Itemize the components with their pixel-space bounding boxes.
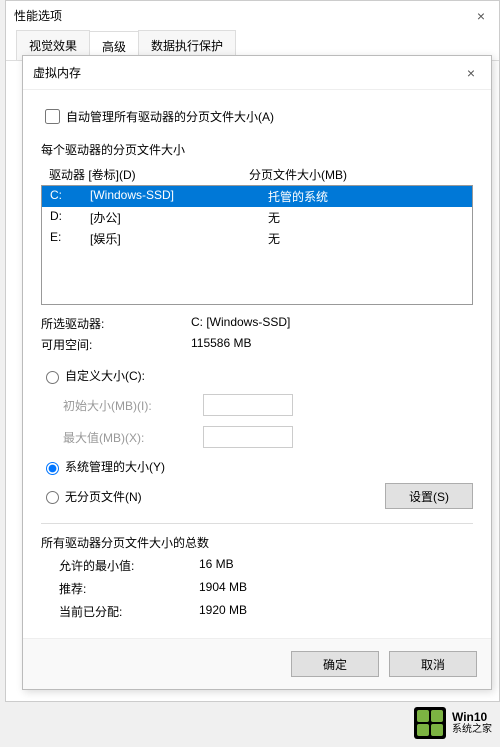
watermark-subtitle: 系统之家 [452, 724, 492, 735]
drive-letter: E: [50, 230, 90, 247]
recommended-label: 推荐: [59, 580, 199, 597]
watermark-title: Win10 [452, 711, 492, 724]
virtual-memory-dialog: 虚拟内存 × 自动管理所有驱动器的分页文件大小(A) 每个驱动器的分页文件大小 … [22, 55, 492, 690]
auto-manage-row: 自动管理所有驱动器的分页文件大小(A) [41, 106, 473, 127]
min-allowed-row: 允许的最小值: 16 MB [59, 557, 473, 574]
cancel-button[interactable]: 取消 [389, 651, 477, 677]
system-managed-row: 系统管理的大小(Y) [41, 458, 473, 475]
watermark: Win10 系统之家 [414, 707, 492, 739]
no-paging-radio[interactable] [46, 491, 59, 504]
parent-close-icon[interactable]: × [471, 8, 491, 24]
custom-size-radio[interactable] [46, 371, 59, 384]
drive-list-header: 驱动器 [卷标](D) 分页文件大小(MB) [41, 164, 473, 185]
dialog-buttons: 确定 取消 [23, 638, 491, 689]
vm-close-icon[interactable]: × [461, 65, 481, 81]
auto-manage-checkbox[interactable] [45, 109, 60, 124]
totals-label: 所有驱动器分页文件大小的总数 [41, 534, 473, 551]
selected-drive-row: 所选驱动器: C: [Windows-SSD] [41, 315, 473, 332]
selected-drive-label: 所选驱动器: [41, 315, 191, 332]
auto-manage-label: 自动管理所有驱动器的分页文件大小(A) [66, 108, 274, 125]
col-drive-header: 驱动器 [卷标](D) [49, 166, 249, 183]
drive-label: [娱乐] [90, 230, 250, 247]
ok-button[interactable]: 确定 [291, 651, 379, 677]
recommended-row: 推荐: 1904 MB [59, 580, 473, 597]
custom-size-label: 自定义大小(C): [65, 367, 145, 384]
drive-letter: D: [50, 209, 90, 226]
recommended-value: 1904 MB [199, 580, 247, 597]
current-label: 当前已分配: [59, 603, 199, 620]
drive-list[interactable]: C: [Windows-SSD] 托管的系统 D: [办公] 无 E: [娱乐]… [41, 185, 473, 305]
drive-size: 无 [250, 230, 464, 247]
drive-row-c[interactable]: C: [Windows-SSD] 托管的系统 [42, 186, 472, 207]
drive-letter: C: [50, 188, 90, 205]
set-button[interactable]: 设置(S) [385, 483, 473, 509]
free-space-value: 115586 MB [191, 336, 473, 353]
col-size-header: 分页文件大小(MB) [249, 166, 465, 183]
drive-size: 托管的系统 [250, 188, 464, 205]
custom-size-row: 自定义大小(C): [41, 367, 473, 384]
drive-size: 无 [250, 209, 464, 226]
each-drive-label: 每个驱动器的分页文件大小 [41, 141, 473, 158]
parent-titlebar: 性能选项 × [6, 1, 499, 30]
min-allowed-label: 允许的最小值: [59, 557, 199, 574]
initial-size-label: 初始大小(MB)(I): [63, 397, 203, 414]
free-space-label: 可用空间: [41, 336, 191, 353]
current-row: 当前已分配: 1920 MB [59, 603, 473, 620]
watermark-text: Win10 系统之家 [452, 711, 492, 735]
system-managed-label: 系统管理的大小(Y) [65, 458, 165, 475]
vm-title: 虚拟内存 [33, 64, 81, 81]
free-space-row: 可用空间: 115586 MB [41, 336, 473, 353]
initial-size-input[interactable] [203, 394, 293, 416]
max-size-input[interactable] [203, 426, 293, 448]
watermark-logo-icon [414, 707, 446, 739]
selected-drive-value: C: [Windows-SSD] [191, 315, 473, 332]
initial-size-row: 初始大小(MB)(I): [63, 394, 473, 416]
drive-label: [Windows-SSD] [90, 188, 250, 205]
no-paging-label: 无分页文件(N) [65, 488, 142, 505]
vm-titlebar: 虚拟内存 × [23, 56, 491, 90]
drive-label: [办公] [90, 209, 250, 226]
drive-row-e[interactable]: E: [娱乐] 无 [42, 228, 472, 249]
no-paging-row: 无分页文件(N) [41, 488, 142, 505]
parent-title: 性能选项 [14, 7, 62, 24]
divider [41, 523, 473, 524]
current-value: 1920 MB [199, 603, 247, 620]
system-managed-radio[interactable] [46, 462, 59, 475]
drive-row-d[interactable]: D: [办公] 无 [42, 207, 472, 228]
min-allowed-value: 16 MB [199, 557, 234, 574]
max-size-row: 最大值(MB)(X): [63, 426, 473, 448]
max-size-label: 最大值(MB)(X): [63, 429, 203, 446]
